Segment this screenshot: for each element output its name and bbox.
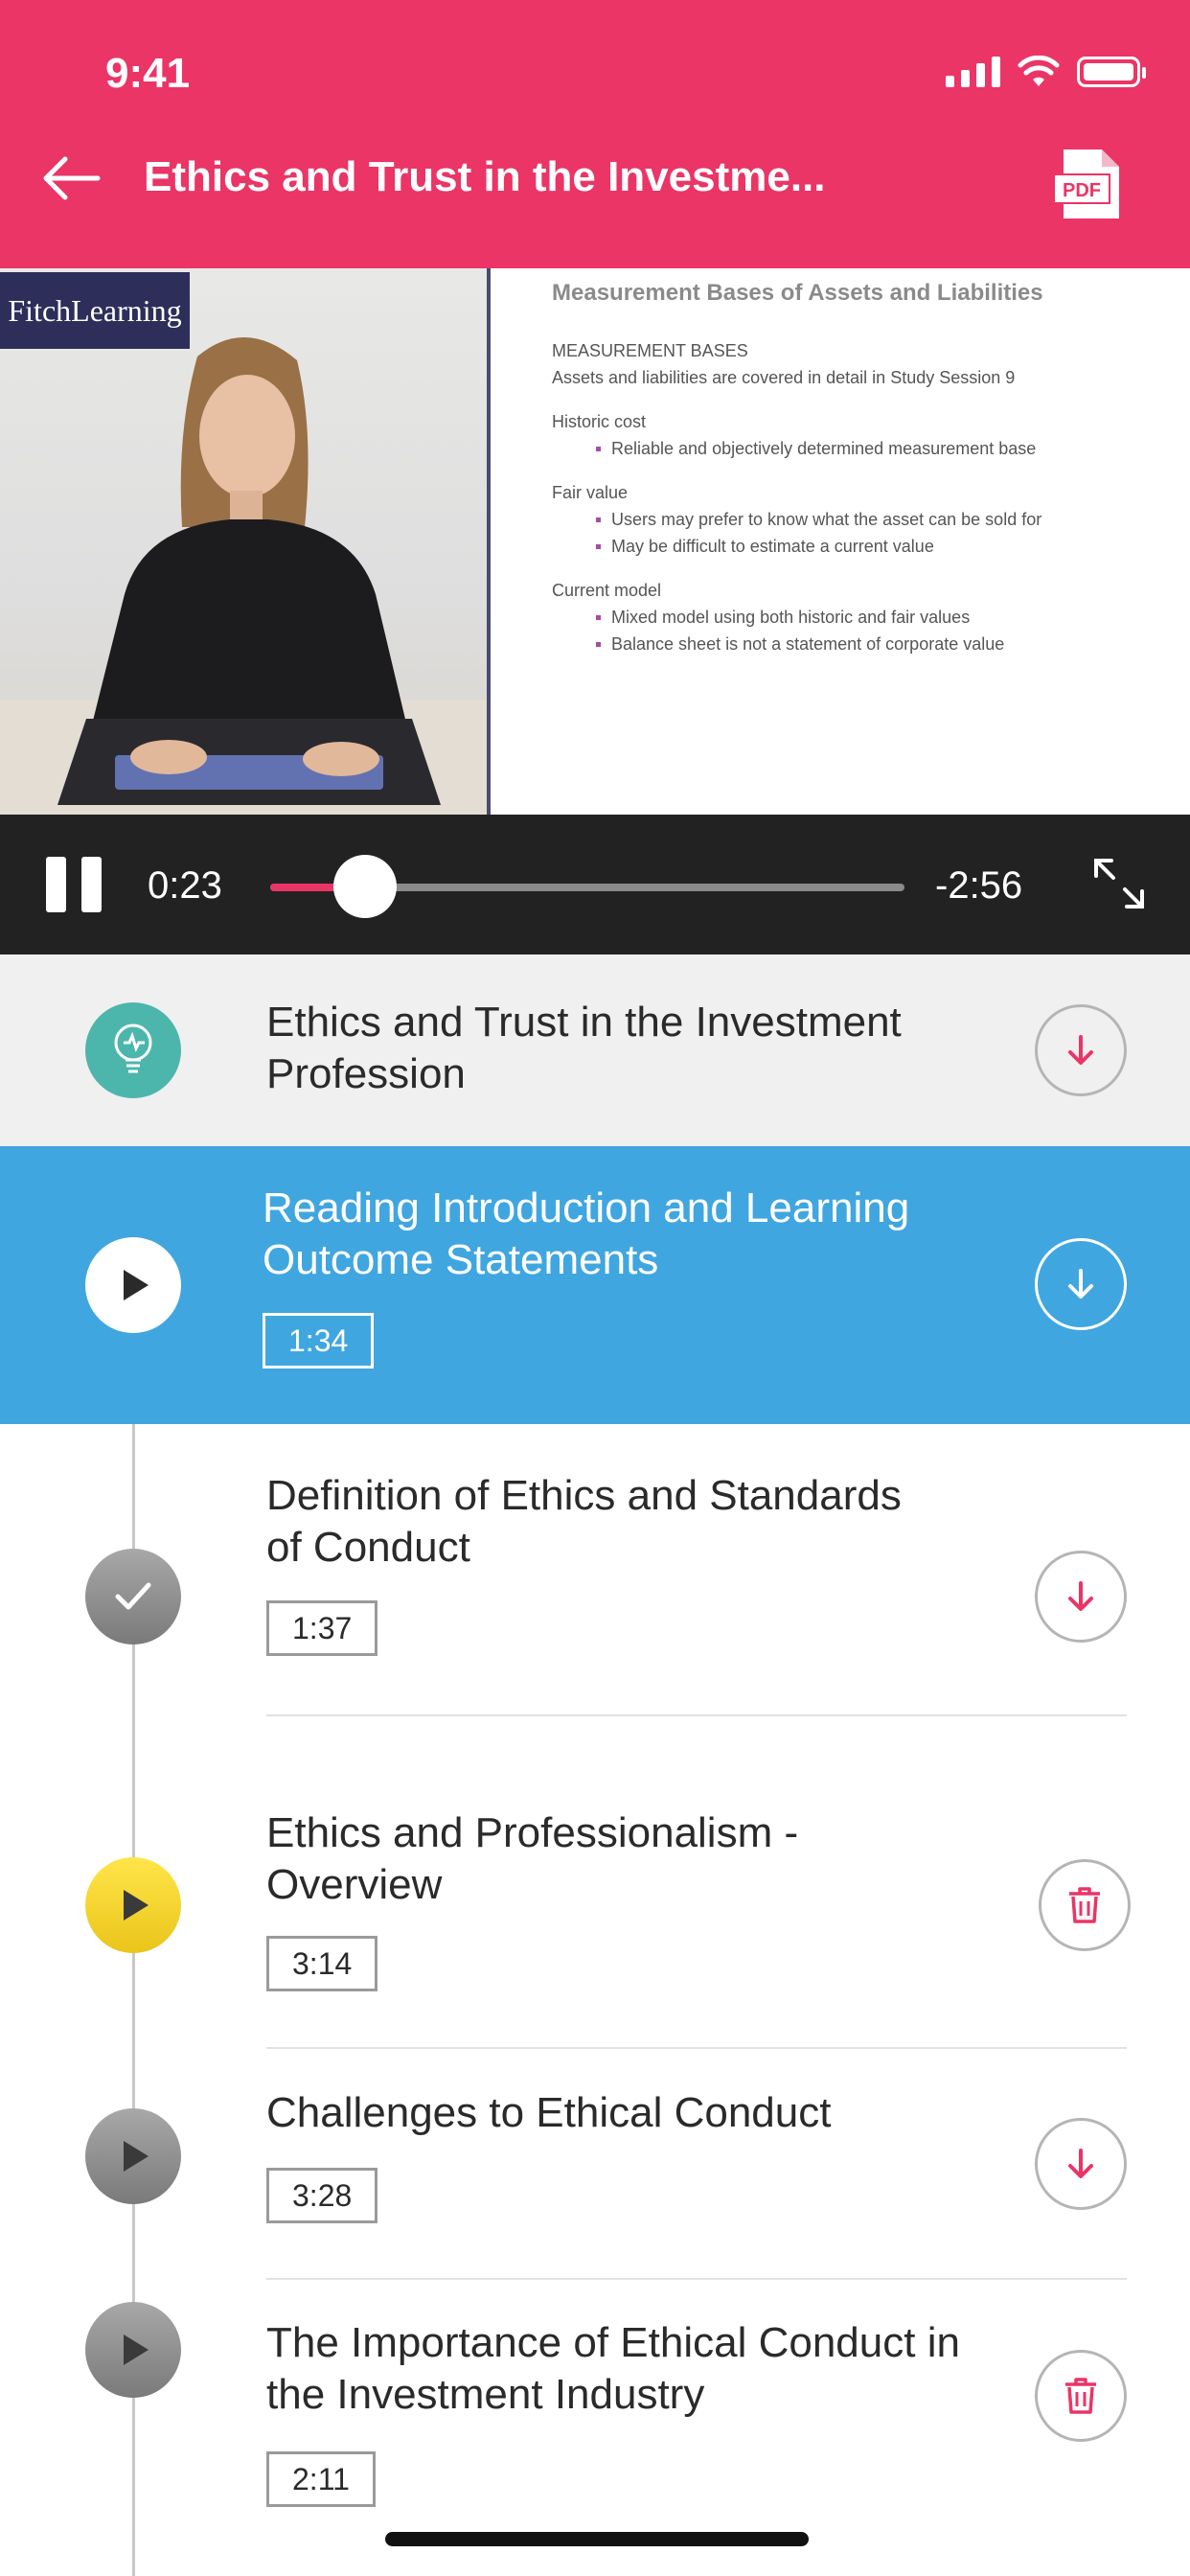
status-icons <box>946 56 1146 88</box>
download-button[interactable] <box>1035 1238 1127 1330</box>
slide-section-label: Fair value <box>552 483 629 502</box>
trash-icon <box>1065 2378 1096 2414</box>
fullscreen-button[interactable] <box>1092 857 1146 910</box>
lightbulb-icon <box>85 1002 181 1098</box>
list-item-active[interactable]: Reading Introduction and Learning Outcom… <box>0 1146 1190 1424</box>
slide-intro: Assets and liabilities are covered in de… <box>552 368 1016 387</box>
list-item[interactable]: Definition of Ethics and Standards of Co… <box>0 1424 1190 1715</box>
slide-bullet: Mixed model using both historic and fair… <box>552 604 1041 631</box>
pdf-icon: PDF <box>1053 150 1119 218</box>
duration-badge: 1:37 <box>266 1600 378 1656</box>
brand-logo: FitchLearning <box>0 272 190 349</box>
duration-badge: 2:11 <box>266 2451 376 2507</box>
slide-heading: MEASUREMENT BASES <box>552 341 748 360</box>
lesson-title: Challenges to Ethical Conduct <box>266 2089 832 2136</box>
list-item[interactable]: Ethics and Professionalism - Overview 3:… <box>0 1715 1190 2047</box>
progress-slider[interactable] <box>270 855 904 918</box>
wifi-icon <box>1018 56 1060 86</box>
duration-badge: 1:34 <box>263 1313 375 1368</box>
lesson-title: Ethics and Professionalism - Overview <box>266 1809 799 1908</box>
download-button[interactable] <box>1035 1551 1127 1643</box>
slide-section-label: Current model <box>552 581 662 600</box>
download-button[interactable] <box>1035 1004 1127 1096</box>
back-button[interactable] <box>33 140 109 217</box>
pause-button[interactable] <box>46 857 103 912</box>
download-arrow-icon <box>1068 2149 1093 2178</box>
pause-icon <box>46 857 66 912</box>
download-arrow-icon <box>1068 1035 1093 1065</box>
app-header: 9:41 Ethics and Trust in the Investme...… <box>0 0 1190 268</box>
list-item[interactable]: Ethics and Trust in the Investment Profe… <box>0 954 1190 1146</box>
slide-bullet: May be difficult to estimate a current v… <box>552 533 1041 560</box>
player-controls: 0:23 -2:56 <box>0 815 1190 954</box>
progress-thumb[interactable] <box>333 855 398 918</box>
cellular-signal-icon <box>946 57 1000 87</box>
slide-bullet: Users may prefer to know what the asset … <box>552 506 1041 533</box>
trash-icon <box>1069 1887 1100 1923</box>
download-arrow-icon <box>1068 1581 1093 1611</box>
list-item[interactable]: Challenges to Ethical Conduct 3:28 <box>0 2049 1190 2279</box>
lesson-title: Ethics and Trust in the Investment Profe… <box>266 999 902 1097</box>
elapsed-time: 0:23 <box>148 864 222 907</box>
slide-body: MEASUREMENT BASES Assets and liabilities… <box>552 337 1041 657</box>
download-arrow-icon <box>1068 1269 1093 1299</box>
play-icon <box>85 2108 181 2204</box>
pdf-button[interactable]: PDF <box>1050 144 1131 224</box>
delete-button[interactable] <box>1039 1859 1131 1951</box>
checkmark-icon <box>85 1549 181 1644</box>
lecture-slide: Measurement Bases of Assets and Liabilit… <box>494 268 1190 815</box>
slide-bullet: Balance sheet is not a statement of corp… <box>552 631 1041 657</box>
speaker-video: FitchLearning <box>0 268 491 815</box>
status-time: 9:41 <box>105 50 191 97</box>
slide-bullet: Reliable and objectively determined meas… <box>552 435 1041 462</box>
pdf-label: PDF <box>1063 180 1101 201</box>
lesson-title: The Importance of Ethical Conduct in the… <box>266 2319 960 2418</box>
lesson-title: Reading Introduction and Learning Outcom… <box>263 1184 910 1283</box>
remaining-time: -2:56 <box>935 864 1023 907</box>
video-frame[interactable]: FitchLearning Measurement Bases of Asset… <box>0 268 1190 815</box>
delete-button[interactable] <box>1035 2350 1127 2442</box>
presenter-image <box>0 336 487 815</box>
page-title: Ethics and Trust in the Investme... <box>144 153 826 200</box>
duration-badge: 3:14 <box>266 1936 378 1991</box>
duration-badge: 3:28 <box>266 2168 378 2223</box>
slide-title: Measurement Bases of Assets and Liabilit… <box>552 280 1043 306</box>
home-indicator <box>385 2532 809 2546</box>
slide-section-label: Historic cost <box>552 412 647 431</box>
expand-icon <box>1094 859 1144 908</box>
play-icon <box>85 1857 181 1953</box>
play-icon <box>85 2302 181 2398</box>
battery-icon <box>1077 57 1146 87</box>
download-button[interactable] <box>1035 2118 1127 2210</box>
lesson-title: Definition of Ethics and Standards of Co… <box>266 1472 902 1571</box>
play-icon <box>85 1237 181 1333</box>
arrow-left-icon <box>43 156 101 200</box>
